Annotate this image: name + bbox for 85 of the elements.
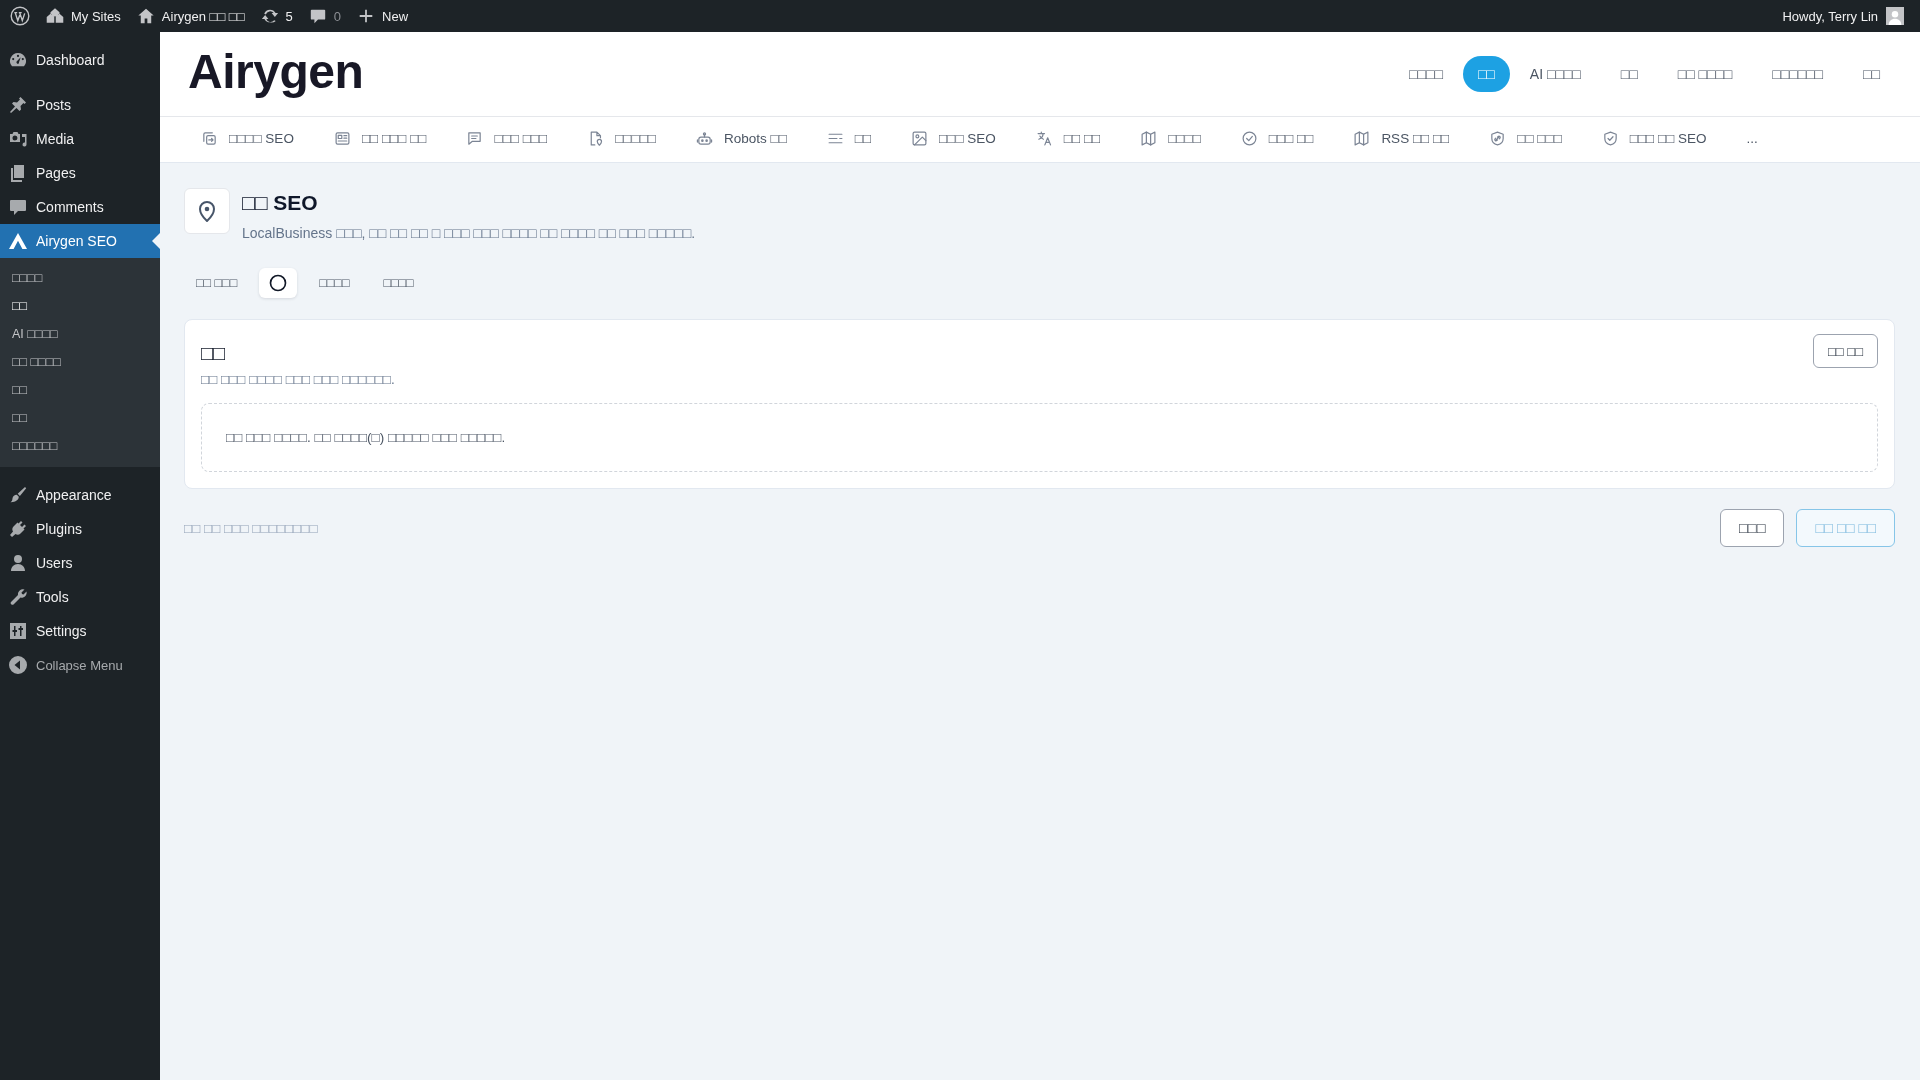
submenu-item[interactable]: □□□□□□: [0, 432, 160, 460]
copy-icon: [201, 130, 218, 147]
more-tab[interactable]: ...: [1746, 117, 1758, 162]
sub-tab[interactable]: □□□□: [371, 268, 426, 298]
menu-item[interactable]: Plugins: [0, 512, 160, 546]
menu-item[interactable]: Users: [0, 546, 160, 580]
submenu-item[interactable]: □□□□: [0, 264, 160, 292]
menu-item[interactable]: Settings: [0, 614, 160, 648]
image-icon: [911, 130, 929, 147]
admin-bar-item[interactable]: 0: [300, 0, 350, 32]
check-circle-icon: [1240, 130, 1258, 147]
admin-bar-item[interactable]: My Sites: [38, 0, 129, 32]
nav-item[interactable]: □□□□: [1389, 56, 1463, 92]
tab[interactable]: □□ □□□: [1489, 117, 1562, 162]
submenu-item[interactable]: □□: [0, 292, 160, 320]
map-pin-icon: [184, 188, 230, 234]
tab[interactable]: □□□ □□ SEO: [1601, 117, 1707, 162]
sliders-icon: [8, 621, 28, 641]
collapse-menu-button[interactable]: Collapse Menu: [0, 648, 160, 682]
page-title: □□ SEO: [242, 190, 319, 216]
submenu-item[interactable]: AI □□□□: [0, 320, 160, 348]
section-title: □□: [201, 341, 227, 365]
speech-bubble-icon: [308, 7, 327, 25]
sub-tab[interactable]: □□ □□□: [184, 268, 250, 298]
plug-icon: [8, 519, 28, 539]
nav-item[interactable]: AI □□□□: [1509, 56, 1601, 92]
map-icon: [1140, 130, 1158, 147]
message-icon: [466, 130, 484, 147]
nav-item[interactable]: □□□□□□: [1752, 56, 1844, 92]
speech-bubble-icon: [8, 197, 28, 217]
page-description: LocalBusiness □□□, □□ □□ □□ □ □□□ □□□ □□□□ □□ □□□□ □□ □□□ □□□□□.: [242, 224, 696, 242]
menu-item[interactable]: Posts: [0, 88, 160, 122]
wrench-icon: [8, 587, 28, 607]
section-subtitle: □□ □□□ □□□□ □□□ □□□ □□□□□□.: [201, 371, 395, 389]
account-menu[interactable]: Howdy, Terry Lin: [1774, 0, 1912, 32]
tab[interactable]: □□□ □□: [1240, 117, 1314, 162]
tab[interactable]: □□ □□□ □□: [333, 117, 427, 162]
newspaper-icon: [333, 130, 351, 147]
add-button[interactable]: □□ □□: [1812, 334, 1878, 368]
tab[interactable]: □□□□: [1140, 117, 1201, 162]
refresh-icon: [260, 7, 279, 25]
robot-icon: [695, 130, 713, 147]
logo: Airygen: [188, 48, 364, 100]
menu-item[interactable]: Appearance: [0, 478, 160, 512]
houses-icon: [46, 7, 64, 25]
map-icon: [1353, 130, 1371, 147]
menu-item[interactable]: Tools: [0, 580, 160, 614]
tab[interactable]: □□ □□: [1035, 117, 1101, 162]
tab[interactable]: □□□□□: [587, 117, 656, 162]
menu-item[interactable]: Media: [0, 122, 160, 156]
sub-tab[interactable]: [259, 268, 298, 298]
sub-tab[interactable]: □□□□: [307, 268, 362, 298]
menu-item[interactable]: Pages: [0, 156, 160, 190]
submenu-item[interactable]: □□ □□□□: [0, 348, 160, 376]
pushpin-icon: [8, 95, 28, 115]
tab[interactable]: RSS □□ □□: [1353, 117, 1450, 162]
submenu-item[interactable]: □□: [0, 404, 160, 432]
avatar-icon: [1886, 7, 1904, 25]
shield-link-icon: [1489, 130, 1507, 147]
submenu-item[interactable]: □□: [0, 376, 160, 404]
triangle-logo-icon: [8, 231, 28, 251]
status-text: □□ □□ □□□ □□□□□□□□: [184, 520, 318, 536]
circle-icon: [269, 274, 288, 292]
person-icon: [8, 553, 28, 573]
admin-bar-item[interactable]: New: [349, 0, 417, 32]
menu-item[interactable]: Dashboard: [0, 43, 160, 77]
nav-item[interactable]: □□: [1843, 56, 1900, 92]
tab[interactable]: Robots □□: [695, 117, 787, 162]
tab[interactable]: □□□ □□□: [466, 117, 548, 162]
tab[interactable]: □□□ SEO: [911, 117, 996, 162]
admin-bar-item[interactable]: 5: [252, 0, 301, 32]
menu-item[interactable]: Comments: [0, 190, 160, 224]
empty-state: □□ □□□ □□□□. □□ □□□□(□) □□□□□ □□□ □□□□□.: [201, 403, 1878, 472]
paintbrush-icon: [8, 485, 28, 505]
nav-item[interactable]: □□ □□□□: [1657, 56, 1753, 92]
translate-icon: [1035, 130, 1053, 147]
shield-check-icon: [1601, 130, 1619, 147]
tab[interactable]: □□□□ SEO: [201, 117, 294, 162]
nav-item[interactable]: □□: [1600, 56, 1658, 92]
menu-item[interactable]: Airygen SEO: [0, 224, 160, 258]
tab[interactable]: □□: [826, 117, 872, 162]
house-icon: [136, 7, 155, 25]
camera-music-icon: [8, 129, 28, 149]
reset-button[interactable]: □□□: [1720, 509, 1785, 547]
admin-bar-item[interactable]: Airygen □□ □□: [128, 0, 253, 32]
